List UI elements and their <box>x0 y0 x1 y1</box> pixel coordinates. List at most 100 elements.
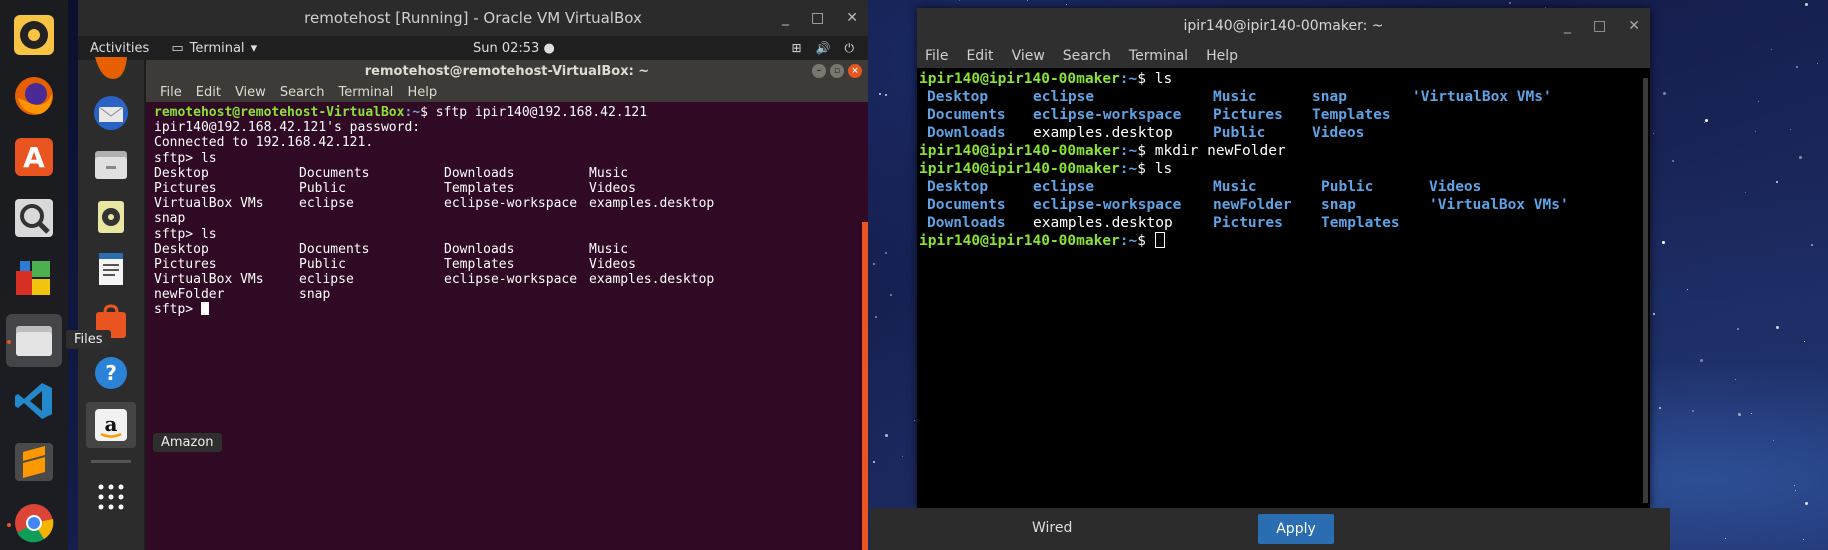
listing-entry: VirtualBox VMs <box>154 196 264 212</box>
listing-entry: eclipse <box>299 272 354 288</box>
star <box>878 92 881 95</box>
rhythmbox-icon[interactable] <box>6 8 62 61</box>
menu-file[interactable]: File <box>160 85 182 100</box>
star <box>1691 409 1694 412</box>
guest-maximize-button[interactable]: ▫ <box>830 64 844 78</box>
listing-entry: Music <box>1213 89 1257 105</box>
listing-entry: snap <box>154 211 186 227</box>
star <box>1770 48 1772 50</box>
network-settings-strip: Wired Apply <box>870 508 1670 550</box>
apply-button[interactable]: Apply <box>1258 514 1334 544</box>
star <box>884 251 887 254</box>
listing-entry: Templates <box>1312 107 1391 123</box>
terminal-line: sftp> ls <box>154 150 217 166</box>
guest-close-button[interactable]: × <box>848 64 862 78</box>
power-icon[interactable]: ⏻ <box>845 41 855 56</box>
host-terminal-titlebar: ipir140@ipir140-00maker: ~ _ □ ✕ <box>917 8 1650 44</box>
libreoffice-writer-icon[interactable] <box>86 246 136 292</box>
host-menu-view[interactable]: View <box>1012 48 1045 64</box>
listing-entry: eclipse-workspace <box>444 196 578 212</box>
sublime-text-icon[interactable] <box>6 436 62 489</box>
listing-entry: eclipse-workspace <box>1033 197 1182 213</box>
star <box>872 262 875 265</box>
minimize-button[interactable]: _ <box>782 10 789 26</box>
chrome-icon[interactable] <box>6 497 62 550</box>
thunderbird-icon[interactable] <box>86 90 136 136</box>
listing-entry: VirtualBox VMs <box>154 272 264 288</box>
close-button[interactable]: ✕ <box>846 10 858 26</box>
maximize-button[interactable]: □ <box>811 10 824 26</box>
network-icon[interactable]: ⊞ <box>791 41 801 56</box>
terminal-line[interactable]: sftp> <box>154 302 868 317</box>
svg-text:a: a <box>105 412 118 436</box>
app-menu[interactable]: ▭ Terminal ▾ <box>171 41 257 56</box>
listing-row: Desktop eclipse Music Public Videos <box>919 178 1650 196</box>
host-menu-edit[interactable]: Edit <box>966 48 993 64</box>
host-menu-help[interactable]: Help <box>1206 48 1238 64</box>
blocks-app-icon[interactable] <box>6 252 62 305</box>
host-terminal-scrollbar[interactable] <box>1643 78 1648 503</box>
listing-entry: Public <box>1321 179 1374 195</box>
listing-entry: Public <box>299 256 346 272</box>
guest-rhythmbox-icon[interactable] <box>86 194 136 240</box>
firefox-icon[interactable] <box>6 69 62 122</box>
listing-entry: examples.desktop <box>589 196 715 212</box>
show-applications-icon[interactable] <box>86 474 136 520</box>
menu-terminal[interactable]: Terminal <box>338 85 393 100</box>
guest-firefox-icon[interactable] <box>86 54 136 84</box>
guest-minimize-button[interactable]: – <box>812 64 826 78</box>
listing-row: Pictures Public Templates Videos <box>154 181 868 196</box>
guest-terminal-window[interactable]: remotehost@remotehost-VirtualBox: ~ – ▫ … <box>146 60 868 550</box>
star <box>1724 537 1726 539</box>
listing-entry: Public <box>1213 125 1266 141</box>
magnifier-icon[interactable] <box>6 191 62 244</box>
listing-row: snap <box>154 211 868 226</box>
listing-entry: Music <box>589 165 629 181</box>
star <box>1699 358 1703 362</box>
listing-entry: Desktop <box>927 89 989 105</box>
help-icon[interactable]: ? <box>86 350 136 396</box>
host-close-button[interactable]: ✕ <box>1628 18 1640 34</box>
terminal-small-icon: ▭ <box>171 40 184 56</box>
host-menu-terminal[interactable]: Terminal <box>1129 48 1188 64</box>
guest-top-bar: Activities ▭ Terminal ▾ Sun 02:53 ● ⊞ 🔊 … <box>78 36 868 60</box>
sftp-listing: Desktop Documents Downloads Music Pictures Pu… <box>154 166 868 227</box>
guest-files-icon[interactable] <box>86 142 136 188</box>
menu-view[interactable]: View <box>235 85 266 100</box>
svg-text:?: ? <box>105 361 117 385</box>
vscode-icon[interactable] <box>6 375 62 428</box>
host-terminal-output[interactable]: ipir140@ipir140-00maker:~$ ls Desktop ecl… <box>917 68 1650 508</box>
listing-entry: Downloads <box>927 215 1006 231</box>
listing-row: newFolder snap <box>154 287 868 302</box>
star <box>885 93 888 96</box>
amazon-icon[interactable]: a <box>86 402 136 448</box>
star <box>884 433 888 437</box>
files-icon[interactable] <box>6 313 62 367</box>
clock-label: Sun 02:53 <box>473 40 540 56</box>
host-maximize-button[interactable]: □ <box>1593 18 1606 34</box>
guest-dock: ? a <box>78 57 144 550</box>
host-terminal-menubar: File Edit View Search Terminal Help <box>917 44 1650 68</box>
virtualbox-window: remotehost [Running] - Oracle VM Virtual… <box>66 0 868 550</box>
host-minimize-button[interactable]: _ <box>1564 18 1571 34</box>
volume-icon[interactable]: 🔊 <box>816 41 831 56</box>
software-center-icon[interactable]: A <box>6 130 62 183</box>
host-menu-search[interactable]: Search <box>1063 48 1111 64</box>
host-terminal-window[interactable]: ipir140@ipir140-00maker: ~ _ □ ✕ File Ed… <box>917 8 1650 508</box>
clock[interactable]: Sun 02:53 ● <box>473 41 555 56</box>
terminal-line[interactable]: ipir140@ipir140-00maker:~$ <box>919 232 1650 250</box>
menu-search[interactable]: Search <box>280 85 325 100</box>
terminal-line: ipir140@ipir140-00maker:~$ ls <box>919 71 1173 87</box>
listing-entry: Pictures <box>154 180 217 196</box>
listing-entry: Desktop <box>154 165 209 181</box>
caret-down-icon: ▾ <box>250 40 258 56</box>
listing-row: Pictures Public Templates Videos <box>154 257 868 272</box>
guest-terminal-scrollbar[interactable] <box>862 222 868 550</box>
running-indicator <box>7 522 11 527</box>
listing-entry: examples.desktop <box>589 272 715 288</box>
host-menu-file[interactable]: File <box>925 48 948 64</box>
menu-help[interactable]: Help <box>407 85 437 100</box>
menu-edit[interactable]: Edit <box>196 85 221 100</box>
star <box>1744 191 1746 193</box>
guest-terminal-output[interactable]: remotehost@remotehost-VirtualBox:~$ sftp… <box>146 102 868 318</box>
